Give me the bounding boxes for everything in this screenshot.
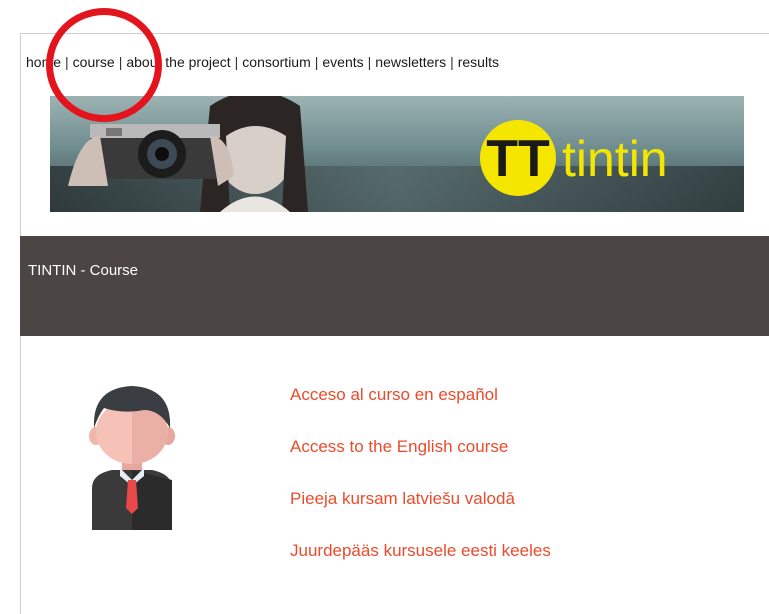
nav-separator: |	[65, 54, 69, 70]
top-navigation: home | course | about the project | consortium…	[26, 52, 499, 72]
nav-home[interactable]: home	[26, 54, 61, 70]
link-estonian-course[interactable]: Juurdepääs kursusele eesti keeles	[290, 539, 551, 563]
person-icon	[89, 386, 175, 530]
banner-photo: TT tintin	[50, 96, 744, 212]
nav-newsletters[interactable]: newsletters	[375, 54, 446, 70]
nav-separator: |	[450, 54, 454, 70]
course-language-links: Acceso al curso en español Access to the…	[290, 383, 551, 591]
link-english-course[interactable]: Access to the English course	[290, 435, 551, 459]
nav-separator: |	[118, 54, 123, 70]
nav-separator: |	[367, 54, 372, 70]
nav-consortium[interactable]: consortium	[242, 54, 310, 70]
nav-results[interactable]: results	[458, 54, 499, 70]
logo-mark: TT	[486, 130, 550, 188]
header-banner: TT tintin	[50, 96, 744, 212]
student-avatar	[82, 380, 182, 532]
nav-separator: |	[234, 54, 239, 70]
nav-separator: |	[314, 54, 319, 70]
link-spanish-course[interactable]: Acceso al curso en español	[290, 383, 551, 407]
page-title: TINTIN - Course	[28, 262, 139, 279]
nav-events[interactable]: events	[322, 54, 363, 70]
logo-text: tintin	[562, 131, 668, 187]
page-title-bar: TINTIN - Course	[20, 236, 769, 336]
nav-course[interactable]: course	[73, 54, 115, 70]
nav-about-the-project[interactable]: about the project	[126, 54, 230, 70]
link-latvian-course[interactable]: Pieeja kursam latviešu valodā	[290, 487, 551, 511]
